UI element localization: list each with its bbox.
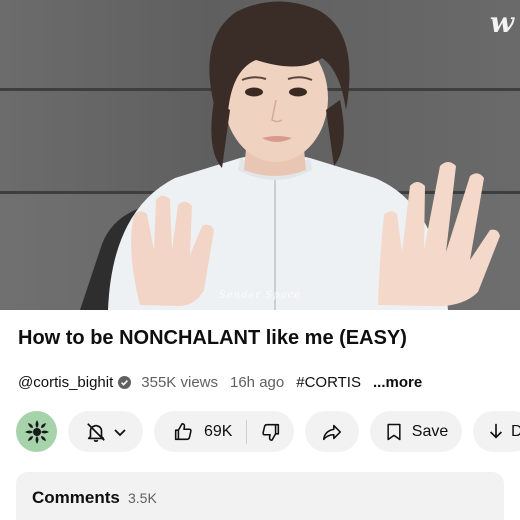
notification-bell-button[interactable] — [68, 411, 143, 452]
watermark-logo: w — [489, 6, 514, 39]
video-title[interactable]: How to be NONCHALANT like me (EASY) — [18, 327, 407, 350]
save-label: Save — [411, 422, 449, 440]
bookmark-icon — [387, 423, 401, 440]
download-button[interactable]: D — [473, 411, 520, 452]
more-description-button[interactable]: ...more — [373, 374, 422, 391]
channel-avatar[interactable] — [16, 411, 57, 452]
video-meta-row: @cortis_bighit 355K views 16h ago #CORTI… — [18, 372, 422, 392]
share-button[interactable] — [305, 411, 359, 452]
view-count: 355K views — [141, 373, 218, 391]
video-frame-person — [80, 1, 500, 310]
thumbs-up-icon — [174, 422, 192, 440]
comments-label: Comments — [32, 488, 120, 507]
download-arrow-icon — [490, 423, 502, 439]
like-button[interactable]: 69K — [154, 421, 246, 443]
download-label: D — [511, 422, 520, 440]
dislike-button[interactable] — [247, 421, 294, 443]
video-overlay-logo: Sender Space — [218, 290, 302, 301]
save-button[interactable]: Save — [370, 411, 462, 452]
comments-count: 3.5K — [128, 490, 157, 506]
action-row: 69K Save D — [14, 410, 520, 452]
like-count: 69K — [204, 422, 233, 440]
like-dislike-group: 69K — [154, 411, 294, 452]
thumbs-down-icon — [261, 423, 279, 441]
channel-handle[interactable]: @cortis_bighit — [18, 374, 113, 391]
upload-time: 16h ago — [230, 373, 285, 391]
video-player[interactable]: w Sender Space — [0, 0, 520, 310]
hashtag-link[interactable]: #CORTIS — [296, 374, 361, 391]
chevron-down-icon — [113, 428, 126, 436]
verified-check-icon — [118, 375, 132, 389]
share-arrow-icon — [322, 424, 342, 440]
bell-icon — [86, 422, 105, 442]
channel-logo-icon — [24, 419, 49, 444]
comments-panel[interactable]: Comments 3.5K — [16, 472, 504, 520]
